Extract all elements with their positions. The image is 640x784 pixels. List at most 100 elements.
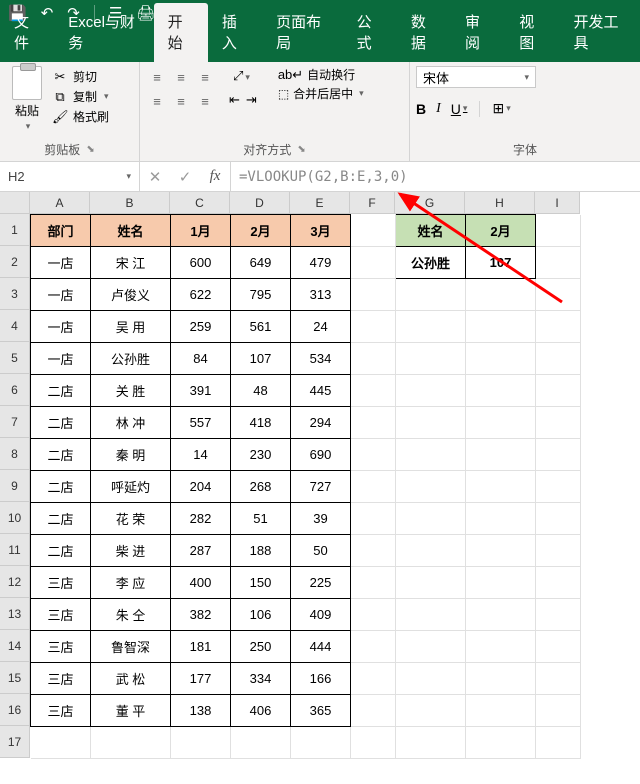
col-header-I[interactable]: I	[535, 192, 580, 214]
row-header[interactable]: 12	[0, 566, 30, 598]
wrap-text-button[interactable]: ab↵自动换行	[278, 66, 364, 83]
cell[interactable]	[466, 311, 536, 343]
cell[interactable]	[396, 695, 466, 727]
cell[interactable]	[536, 215, 581, 247]
cell[interactable]: 宋 江	[91, 247, 171, 279]
cell[interactable]: 649	[231, 247, 291, 279]
cell[interactable]	[396, 631, 466, 663]
cell[interactable]	[351, 311, 396, 343]
cell[interactable]: 林 冲	[91, 407, 171, 439]
col-header-C[interactable]: C	[170, 192, 230, 214]
cell[interactable]: 690	[291, 439, 351, 471]
select-all-corner[interactable]	[0, 192, 30, 214]
cell[interactable]: 二店	[31, 503, 91, 535]
cell[interactable]	[31, 727, 91, 759]
cell[interactable]: 2月	[231, 215, 291, 247]
cell[interactable]: 部门	[31, 215, 91, 247]
cell[interactable]: 三店	[31, 695, 91, 727]
cell[interactable]: 622	[171, 279, 231, 311]
cell[interactable]: 557	[171, 407, 231, 439]
col-header-G[interactable]: G	[395, 192, 465, 214]
cell[interactable]: 230	[231, 439, 291, 471]
cell[interactable]: 吴 用	[91, 311, 171, 343]
tab-developer[interactable]: 开发工具	[560, 3, 640, 62]
format-painter-button[interactable]: 🖌格式刷	[52, 108, 109, 125]
cell[interactable]: 84	[171, 343, 231, 375]
cell[interactable]: 188	[231, 535, 291, 567]
cell[interactable]	[536, 535, 581, 567]
cut-button[interactable]: ✂剪切	[52, 68, 109, 85]
cell[interactable]: 250	[231, 631, 291, 663]
formula-bar[interactable]: =VLOOKUP(G2,B:E,3,0)	[231, 162, 640, 191]
cell[interactable]: 48	[231, 375, 291, 407]
cell[interactable]	[396, 343, 466, 375]
cell[interactable]	[466, 375, 536, 407]
row-header[interactable]: 9	[0, 470, 30, 502]
cell[interactable]: 三店	[31, 567, 91, 599]
cell[interactable]	[466, 695, 536, 727]
cell[interactable]: 106	[231, 599, 291, 631]
cell[interactable]: 225	[291, 567, 351, 599]
cell[interactable]	[231, 727, 291, 759]
cell[interactable]: 武 松	[91, 663, 171, 695]
cancel-formula-icon[interactable]: ✕	[140, 168, 170, 186]
cell[interactable]	[536, 727, 581, 759]
col-header-D[interactable]: D	[230, 192, 290, 214]
cell[interactable]: 382	[171, 599, 231, 631]
dialog-launcher-icon[interactable]: ⬊	[297, 144, 305, 155]
cell[interactable]: 一店	[31, 247, 91, 279]
cell[interactable]	[536, 311, 581, 343]
row-header[interactable]: 13	[0, 598, 30, 630]
cell[interactable]	[351, 599, 396, 631]
cell[interactable]: 秦 明	[91, 439, 171, 471]
cell[interactable]	[536, 663, 581, 695]
cell[interactable]	[466, 567, 536, 599]
cell[interactable]	[536, 503, 581, 535]
cell[interactable]: 39	[291, 503, 351, 535]
cell[interactable]: 50	[291, 535, 351, 567]
cell[interactable]: 三店	[31, 599, 91, 631]
row-header[interactable]: 8	[0, 438, 30, 470]
row-header[interactable]: 1	[0, 214, 30, 246]
cell[interactable]: 二店	[31, 375, 91, 407]
cell[interactable]	[466, 279, 536, 311]
font-name-select[interactable]: 宋体▾	[416, 66, 536, 88]
accept-formula-icon[interactable]: ✓	[170, 168, 200, 186]
cell[interactable]: 150	[231, 567, 291, 599]
cell[interactable]: 二店	[31, 471, 91, 503]
cell[interactable]	[466, 343, 536, 375]
cell[interactable]: 313	[291, 279, 351, 311]
cell[interactable]	[351, 695, 396, 727]
tab-home[interactable]: 开始	[154, 3, 208, 62]
name-box[interactable]: H2▾	[0, 162, 140, 191]
cell[interactable]	[351, 631, 396, 663]
tab-layout[interactable]: 页面布局	[262, 3, 342, 62]
row-header[interactable]: 11	[0, 534, 30, 566]
bold-button[interactable]: B	[416, 101, 426, 117]
cell[interactable]: 400	[171, 567, 231, 599]
cell[interactable]: 李 应	[91, 567, 171, 599]
align-bottom-icon[interactable]: ≡	[194, 66, 216, 88]
cell[interactable]: 一店	[31, 343, 91, 375]
cell[interactable]	[396, 279, 466, 311]
row-header[interactable]: 14	[0, 630, 30, 662]
cell[interactable]: 鲁智深	[91, 631, 171, 663]
orientation-button[interactable]: ⤢▾	[229, 66, 254, 86]
cell[interactable]: 181	[171, 631, 231, 663]
cell[interactable]: 三店	[31, 631, 91, 663]
cell[interactable]	[351, 535, 396, 567]
cell[interactable]: 姓名	[396, 215, 466, 247]
cell[interactable]: 107	[231, 343, 291, 375]
increase-indent-icon[interactable]: ⇥	[246, 92, 257, 108]
cell[interactable]	[466, 663, 536, 695]
cell[interactable]	[396, 407, 466, 439]
cell[interactable]	[466, 727, 536, 759]
row-header[interactable]: 7	[0, 406, 30, 438]
row-header[interactable]: 2	[0, 246, 30, 278]
copy-button[interactable]: ⧉复制▾	[52, 88, 109, 105]
row-header[interactable]: 4	[0, 310, 30, 342]
cell[interactable]: 呼延灼	[91, 471, 171, 503]
row-header[interactable]: 3	[0, 278, 30, 310]
cell[interactable]	[351, 663, 396, 695]
cell[interactable]	[171, 727, 231, 759]
